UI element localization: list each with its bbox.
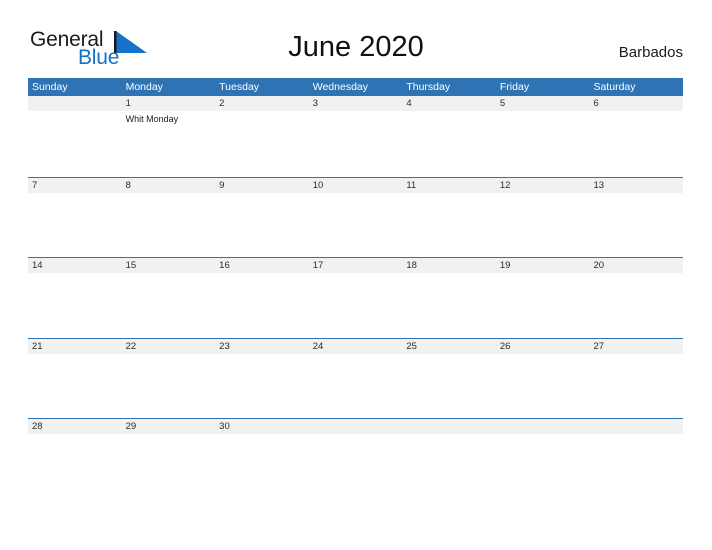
day-number-empty	[309, 419, 403, 434]
day-number[interactable]: 24	[309, 339, 403, 354]
calendar-week-row: 21 22 23 24 25 26 27	[28, 337, 683, 419]
calendar-date-band: 7 8 9 10 11 12 13	[28, 177, 683, 193]
calendar-body-band	[28, 353, 683, 418]
weekday-thursday: Thursday	[406, 81, 451, 93]
day-number[interactable]: 7	[28, 178, 122, 193]
day-number[interactable]: 19	[496, 258, 590, 273]
day-number[interactable]: 2	[215, 96, 309, 111]
day-cell[interactable]	[309, 354, 403, 418]
day-cell	[496, 434, 590, 498]
day-cell[interactable]	[496, 193, 590, 257]
day-number[interactable]: 28	[28, 419, 122, 434]
weekday-sunday: Sunday	[32, 81, 68, 93]
day-number[interactable]: 26	[496, 339, 590, 354]
day-number[interactable]: 9	[215, 178, 309, 193]
day-number[interactable]: 16	[215, 258, 309, 273]
day-cell[interactable]	[309, 273, 403, 337]
day-number-empty	[496, 419, 590, 434]
day-cell[interactable]	[496, 111, 590, 175]
day-cell[interactable]	[402, 354, 496, 418]
day-cell[interactable]	[122, 273, 216, 337]
day-number[interactable]: 21	[28, 339, 122, 354]
day-cell[interactable]	[215, 193, 309, 257]
day-cell[interactable]	[28, 434, 122, 498]
calendar-date-band: 21 22 23 24 25 26 27	[28, 338, 683, 354]
day-number[interactable]: 30	[215, 419, 309, 434]
day-number[interactable]: 29	[122, 419, 216, 434]
day-cell[interactable]	[28, 273, 122, 337]
day-cell	[309, 434, 403, 498]
day-number[interactable]: 4	[402, 96, 496, 111]
calendar-weekday-header: Sunday Monday Tuesday Wednesday Thursday…	[28, 78, 683, 96]
weekday-wednesday: Wednesday	[312, 81, 368, 93]
day-number[interactable]: 5	[496, 96, 590, 111]
day-number[interactable]: 14	[28, 258, 122, 273]
day-cell[interactable]	[215, 111, 309, 175]
day-number-empty	[402, 419, 496, 434]
weekday-friday: Friday	[499, 81, 530, 93]
day-number[interactable]: 13	[589, 178, 683, 193]
day-cell[interactable]	[589, 273, 683, 337]
calendar-grid: Sunday Monday Tuesday Wednesday Thursday…	[28, 78, 683, 499]
day-number[interactable]: 22	[122, 339, 216, 354]
day-cell	[589, 434, 683, 498]
country-label: Barbados	[618, 44, 683, 61]
calendar-weeks: 1 2 3 4 5 6 Whit Monday 7 8 9 10 11 12 13 14 15 16 17 18 19…	[28, 96, 683, 499]
day-number[interactable]: 25	[402, 339, 496, 354]
calendar-week-row: 1 2 3 4 5 6 Whit Monday	[28, 96, 683, 177]
day-cell[interactable]	[28, 193, 122, 257]
calendar-week-row: 14 15 16 17 18 19 20	[28, 257, 683, 338]
day-number[interactable]: 17	[309, 258, 403, 273]
weekday-saturday: Saturday	[593, 81, 636, 93]
day-cell[interactable]	[402, 193, 496, 257]
day-number[interactable]: 3	[309, 96, 403, 111]
day-cell[interactable]	[589, 193, 683, 257]
day-cell[interactable]	[28, 354, 122, 418]
day-number[interactable]: 8	[122, 178, 216, 193]
day-number[interactable]: 23	[215, 339, 309, 354]
calendar-date-band: 14 15 16 17 18 19 20	[28, 258, 683, 273]
day-cell[interactable]	[309, 193, 403, 257]
calendar-body-band	[28, 273, 683, 337]
day-number[interactable]: 18	[402, 258, 496, 273]
day-number[interactable]: 20	[589, 258, 683, 273]
day-number-empty	[28, 96, 122, 111]
day-number[interactable]: 1	[122, 96, 216, 111]
day-cell[interactable]	[309, 111, 403, 175]
day-cell[interactable]	[402, 273, 496, 337]
holiday-event-label: Whit Monday	[125, 114, 179, 124]
day-number[interactable]: 12	[496, 178, 590, 193]
day-cell[interactable]	[215, 434, 309, 498]
calendar-week-row: 28 29 30	[28, 418, 683, 499]
calendar-week-row: 7 8 9 10 11 12 13	[28, 176, 683, 258]
day-cell[interactable]: Whit Monday	[122, 111, 216, 175]
day-number-empty	[589, 419, 683, 434]
weekday-monday: Monday	[125, 81, 163, 93]
day-cell[interactable]	[215, 273, 309, 337]
calendar-body-band	[28, 192, 683, 257]
calendar-date-band: 123456	[28, 96, 683, 111]
day-cell[interactable]	[496, 354, 590, 418]
day-cell[interactable]	[215, 354, 309, 418]
day-number[interactable]: 10	[309, 178, 403, 193]
weekday-tuesday: Tuesday	[219, 81, 260, 93]
day-number[interactable]: 15	[122, 258, 216, 273]
calendar-body-band: Whit Monday	[28, 111, 683, 175]
day-cell	[28, 111, 122, 175]
day-cell[interactable]	[122, 354, 216, 418]
day-cell[interactable]	[122, 193, 216, 257]
day-cell[interactable]	[589, 354, 683, 418]
page-header: General Blue June 2020 Barbados	[0, 0, 712, 69]
calendar-body-band	[28, 434, 683, 498]
calendar-date-band: 28 29 30	[28, 419, 683, 434]
day-cell[interactable]	[589, 111, 683, 175]
day-number[interactable]: 6	[589, 96, 683, 111]
day-cell[interactable]	[496, 273, 590, 337]
page-title: June 2020	[288, 31, 424, 63]
day-cell[interactable]	[402, 111, 496, 175]
day-number[interactable]: 11	[402, 178, 496, 193]
day-cell[interactable]	[122, 434, 216, 498]
day-number[interactable]: 27	[589, 339, 683, 354]
day-cell	[402, 434, 496, 498]
